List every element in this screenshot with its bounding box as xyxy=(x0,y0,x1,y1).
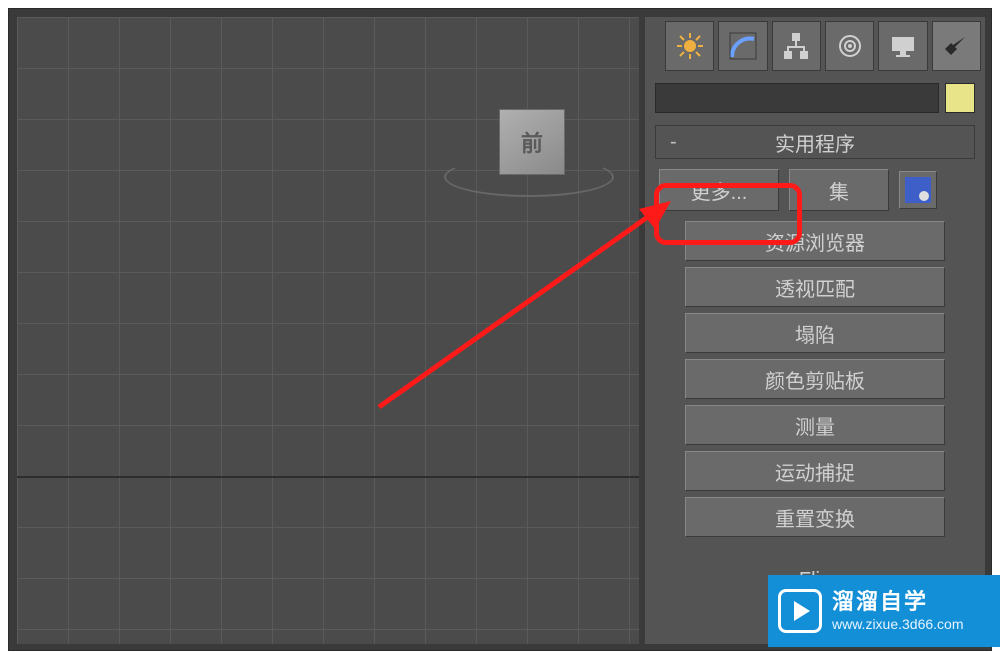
utility-reset-xform[interactable]: 重置变换 xyxy=(685,497,945,537)
rollout-collapse-icon: - xyxy=(670,132,677,152)
command-panel: - 实用程序 更多... 集 资源浏览器 透视匹配 塌陷 颜色剪贴板 测量 运动… xyxy=(645,17,985,644)
configure-button[interactable] xyxy=(899,171,937,209)
viewcube[interactable]: 前 xyxy=(499,109,577,187)
watermark-url: www.zixue.3d66.com xyxy=(832,616,964,633)
command-panel-tabs xyxy=(645,17,985,75)
rollout-title: 实用程序 xyxy=(656,128,974,157)
utility-color-clipboard[interactable]: 颜色剪贴板 xyxy=(685,359,945,399)
utility-asset-browser[interactable]: 资源浏览器 xyxy=(685,221,945,261)
motion-tab-icon[interactable] xyxy=(825,21,874,71)
create-tab-icon[interactable] xyxy=(665,21,714,71)
hierarchy-tab-icon[interactable] xyxy=(772,21,821,71)
viewport-horizon xyxy=(17,476,639,478)
object-color-swatch[interactable] xyxy=(945,83,975,113)
sets-button[interactable]: 集 xyxy=(789,169,889,211)
utilities-tab-icon[interactable] xyxy=(932,21,981,71)
utility-perspective-match[interactable]: 透视匹配 xyxy=(685,267,945,307)
utilities-rollout-header[interactable]: - 实用程序 xyxy=(655,125,975,159)
viewcube-front-face[interactable]: 前 xyxy=(499,109,565,175)
utility-measure[interactable]: 测量 xyxy=(685,405,945,445)
display-tab-icon[interactable] xyxy=(878,21,927,71)
utility-collapse[interactable]: 塌陷 xyxy=(685,313,945,353)
name-and-color-row xyxy=(655,83,975,113)
modify-tab-icon[interactable] xyxy=(718,21,767,71)
configure-icon xyxy=(905,177,931,203)
object-name-field[interactable] xyxy=(655,83,939,113)
app-frame: 前 xyxy=(8,8,992,651)
watermark-title: 溜溜自学 xyxy=(832,589,964,615)
play-icon xyxy=(778,589,822,633)
more-button[interactable]: 更多... xyxy=(659,169,779,211)
viewport-front[interactable]: 前 xyxy=(17,17,639,644)
utilities-list: 资源浏览器 透视匹配 塌陷 颜色剪贴板 测量 运动捕捉 重置变换 Flig xyxy=(685,221,945,592)
utility-motion-capture[interactable]: 运动捕捉 xyxy=(685,451,945,491)
watermark-badge: 溜溜自学 www.zixue.3d66.com xyxy=(768,575,1000,647)
utilities-top-row: 更多... 集 xyxy=(659,169,971,211)
